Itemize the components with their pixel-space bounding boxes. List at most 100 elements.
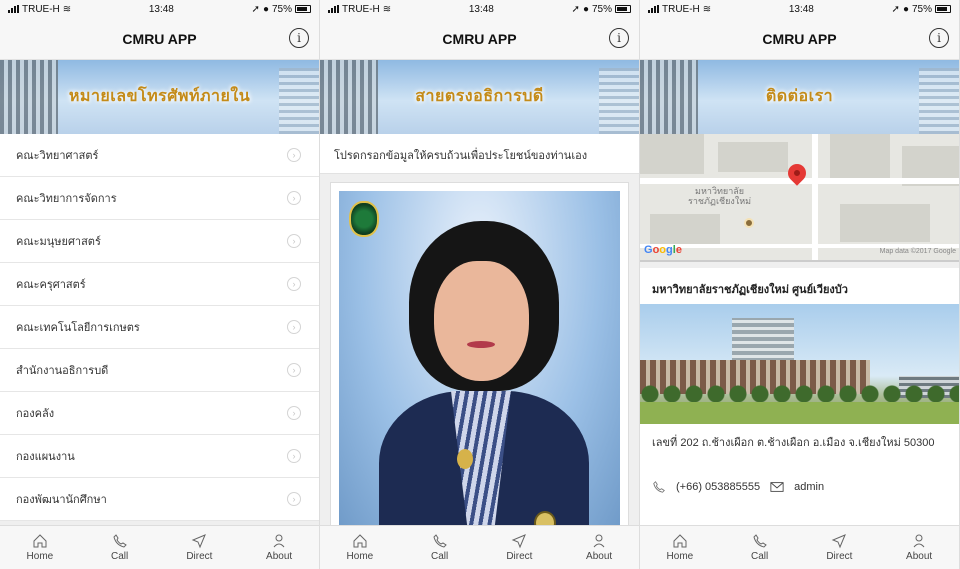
home-icon (33, 534, 47, 548)
map-view[interactable]: มหาวิทยาลัย ราชภัฏเชียงใหม่ Google Map da… (640, 134, 959, 262)
person-icon (913, 534, 925, 548)
info-icon[interactable]: i (289, 28, 309, 48)
banner: ติดต่อเรา (640, 60, 959, 134)
chevron-right-icon: › (287, 492, 301, 506)
carrier-label: TRUE-H (662, 3, 700, 15)
screen-president: TRUE-H ≋ 13:48 ➚ ● 75% CMRU APP i สายตรง… (320, 0, 640, 569)
tab-home[interactable]: Home (320, 526, 400, 569)
carrier-label: TRUE-H (342, 3, 380, 15)
wifi-icon: ≋ (62, 3, 72, 15)
banner-title: สายตรงอธิการบดี (415, 88, 544, 105)
tab-bar: Home Call Direct About (0, 525, 319, 569)
mail-icon (770, 482, 784, 492)
status-time: 13:48 (788, 3, 814, 15)
person-icon (273, 534, 285, 548)
tab-label: Call (431, 551, 449, 562)
tab-label: Call (111, 551, 129, 562)
tab-direct[interactable]: Direct (160, 526, 240, 569)
alarm-icon: ● (262, 3, 269, 15)
tab-direct[interactable]: Direct (800, 526, 880, 569)
home-icon (673, 534, 687, 548)
tab-bar: Home Call Direct About (640, 525, 959, 569)
tab-about[interactable]: About (239, 526, 319, 569)
battery-icon (295, 5, 311, 13)
status-time: 13:48 (148, 3, 174, 15)
tab-label: About (906, 551, 933, 562)
president-card (330, 182, 629, 542)
info-icon[interactable]: i (609, 28, 629, 48)
status-bar: TRUE-H ≋ 13:48 ➚ ● 75% (320, 0, 639, 18)
map-poi-icon (744, 218, 754, 228)
list-item[interactable]: คณะเทคโนโลยีการเกษตร › (0, 306, 319, 349)
tab-home[interactable]: Home (0, 526, 80, 569)
screen-contact: TRUE-H ≋ 13:48 ➚ ● 75% CMRU APP i ติดต่อ… (640, 0, 960, 569)
list-item[interactable]: กองพัฒนานักศึกษา › (0, 478, 319, 521)
battery-percent: 75% (591, 3, 612, 15)
banner-title: ติดต่อเรา (765, 88, 834, 105)
tab-label: Direct (826, 551, 853, 562)
chevron-right-icon: › (287, 406, 301, 420)
app-title: CMRU APP (762, 30, 837, 47)
wifi-icon: ≋ (382, 3, 392, 15)
nav-bar: CMRU APP i (640, 18, 959, 60)
university-emblem (349, 201, 379, 237)
email-link[interactable]: admin (794, 481, 824, 493)
list-item[interactable]: คณะวิทยาการจัดการ › (0, 177, 319, 220)
president-photo (339, 191, 620, 533)
campus-photo (640, 304, 959, 424)
chevron-right-icon: › (287, 320, 301, 334)
person-icon (593, 534, 605, 548)
nav-bar: CMRU APP i (320, 18, 639, 60)
banner-title: หมายเลขโทรศัพท์ภายใน (68, 88, 251, 105)
tab-about[interactable]: About (559, 526, 639, 569)
tab-label: Home (666, 551, 694, 562)
battery-percent: 75% (271, 3, 292, 15)
list-item-label: คณะวิทยาศาสตร์ (16, 150, 99, 162)
tab-label: Home (346, 551, 374, 562)
list-item[interactable]: สำนักงานอธิการบดี › (0, 349, 319, 392)
list-item[interactable]: กองคลัง › (0, 392, 319, 435)
contact-row: (+66) 053885555 admin (640, 472, 959, 502)
chevron-right-icon: › (287, 234, 301, 248)
info-icon[interactable]: i (929, 28, 949, 48)
tab-call[interactable]: Call (80, 526, 160, 569)
alarm-icon: ● (582, 3, 589, 15)
list-item[interactable]: คณะครุศาสตร์ › (0, 263, 319, 306)
phone-link[interactable]: (+66) 053885555 (676, 481, 760, 493)
phone-icon (753, 534, 767, 548)
list-item[interactable]: กองแผนงาน › (0, 435, 319, 478)
tab-label: Call (751, 551, 769, 562)
tab-about[interactable]: About (879, 526, 959, 569)
list-item-label: คณะครุศาสตร์ (16, 279, 86, 291)
phone-icon (433, 534, 447, 548)
phone-icon (113, 534, 127, 548)
signal-icon (8, 5, 19, 13)
chevron-right-icon: › (287, 148, 301, 162)
map-attribution: Map data ©2017 Google (879, 248, 956, 255)
home-icon (353, 534, 367, 548)
tab-call[interactable]: Call (720, 526, 800, 569)
chevron-right-icon: › (287, 277, 301, 291)
status-bar: TRUE-H ≋ 13:48 ➚ ● 75% (640, 0, 959, 18)
location-icon: ➚ (571, 3, 580, 15)
navigation-icon (192, 534, 207, 549)
tab-direct[interactable]: Direct (480, 526, 560, 569)
battery-icon (935, 5, 951, 13)
tab-bar: Home Call Direct About (320, 525, 639, 569)
location-icon: ➚ (891, 3, 900, 15)
form-notice: โปรดกรอกข้อมูลให้ครบถ้วนเพื่อประโยชน์ของ… (320, 134, 639, 174)
tab-home[interactable]: Home (640, 526, 720, 569)
battery-icon (615, 5, 631, 13)
alarm-icon: ● (902, 3, 909, 15)
list-item[interactable]: คณะมนุษยศาสตร์ › (0, 220, 319, 263)
signal-icon (328, 5, 339, 13)
list-item-label: สำนักงานอธิการบดี (16, 365, 109, 377)
wifi-icon: ≋ (702, 3, 712, 15)
list-item[interactable]: คณะวิทยาศาสตร์ › (0, 134, 319, 177)
banner: สายตรงอธิการบดี (320, 60, 639, 134)
chevron-right-icon: › (287, 449, 301, 463)
tab-call[interactable]: Call (400, 526, 480, 569)
tab-label: About (266, 551, 293, 562)
battery-percent: 75% (911, 3, 932, 15)
contact-card: มหาวิทยาลัยราชภัฏเชียงใหม่ ศูนย์เวียงบัว… (640, 268, 959, 528)
